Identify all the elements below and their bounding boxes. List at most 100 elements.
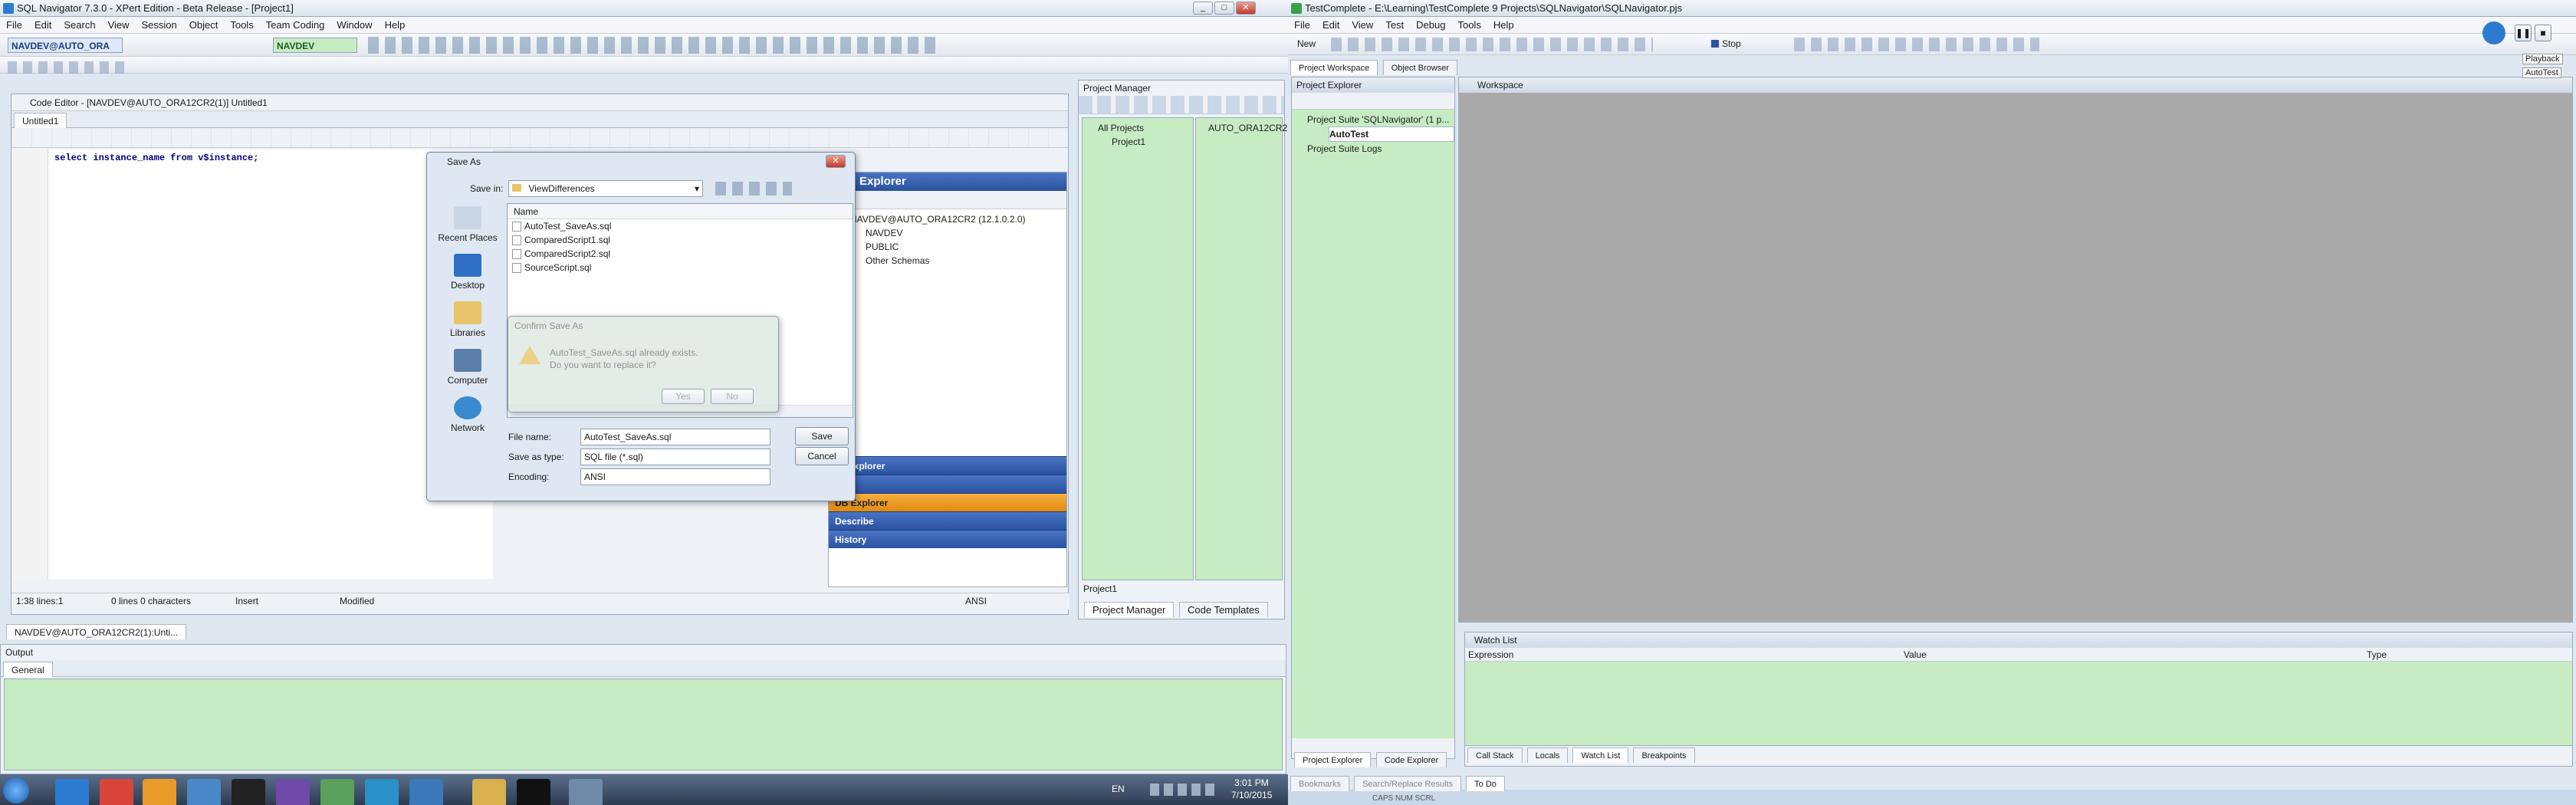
save-in-label: Save in:: [470, 183, 504, 194]
tc-menu-view[interactable]: View: [1346, 17, 1379, 34]
tab-object-browser[interactable]: Object Browser: [1382, 60, 1457, 75]
menu-search[interactable]: Search: [58, 17, 101, 34]
file-item[interactable]: SourceScript.sql: [508, 261, 853, 274]
tree-project-suite[interactable]: Project Suite 'SQLNavigator' (1 p...: [1307, 113, 1454, 127]
tab-todo[interactable]: To Do: [1466, 776, 1505, 791]
session-tab[interactable]: NAVDEV@AUTO_ORA12CR2(1):Unti...: [6, 624, 187, 639]
tab-untitled1[interactable]: Untitled1: [14, 113, 67, 128]
tc-new-button[interactable]: New: [1297, 38, 1316, 49]
tree-item-navdev[interactable]: NAVDEV: [866, 226, 1066, 240]
save-as-close-button[interactable]: ✕: [826, 155, 846, 168]
tc-menu-test[interactable]: Test: [1379, 17, 1410, 34]
tab-breakpoints[interactable]: Breakpoints: [1633, 748, 1695, 763]
column-name[interactable]: Name: [508, 204, 853, 219]
explorer-icon[interactable]: [472, 779, 506, 805]
clock-date[interactable]: 7/10/2015: [1231, 790, 1272, 800]
menu-object[interactable]: Object: [183, 17, 225, 34]
tc-menu-tools[interactable]: Tools: [1451, 17, 1487, 34]
tab-code-explorer[interactable]: Code Explorer: [1375, 752, 1447, 767]
menu-window[interactable]: Window: [330, 17, 378, 34]
schema-combo[interactable]: NAVDEV: [273, 38, 357, 53]
save-in-toolbar: [715, 182, 792, 196]
tree-project-suite-logs[interactable]: Project Suite Logs: [1307, 142, 1454, 156]
tc-stop-button[interactable]: Stop: [1722, 38, 1741, 49]
tc-menu-edit[interactable]: Edit: [1316, 17, 1346, 34]
file-item[interactable]: ComparedScript2.sql: [508, 247, 853, 261]
cancel-button[interactable]: Cancel: [795, 447, 849, 465]
accordion-describe[interactable]: Describe: [829, 511, 1066, 530]
tc-menu-debug[interactable]: Debug: [1410, 17, 1451, 34]
outlook-icon[interactable]: [143, 779, 176, 805]
tab-project-manager[interactable]: Project Manager: [1084, 602, 1175, 617]
tab-project-workspace[interactable]: Project Workspace: [1290, 60, 1378, 75]
tree-all-projects[interactable]: All Projects: [1098, 121, 1193, 135]
maximize-button[interactable]: □: [1214, 2, 1234, 15]
chrome-icon[interactable]: [100, 779, 133, 805]
tc-titlebar: TestComplete - E:\Learning\TestComplete …: [1288, 0, 2576, 17]
tree-autotest[interactable]: AutoTest: [1329, 127, 1454, 142]
place-network[interactable]: Network: [432, 396, 504, 433]
confirm-no-button[interactable]: No: [711, 389, 754, 404]
confirm-yes-button[interactable]: Yes: [662, 389, 705, 404]
document-icon[interactable]: [320, 779, 354, 805]
minimize-button[interactable]: _: [1193, 2, 1213, 15]
encoding-combo[interactable]: ANSI: [580, 468, 770, 485]
qq-icon[interactable]: [232, 779, 265, 805]
accordion-file-explorer[interactable]: ile Explorer: [829, 456, 1066, 475]
testcomplete-icon[interactable]: [409, 779, 443, 805]
tc-menu-help[interactable]: Help: [1487, 17, 1520, 34]
save-button[interactable]: Save: [795, 427, 849, 445]
tab-search-replace[interactable]: Search/Replace Results: [1354, 776, 1462, 791]
tab-general[interactable]: General: [3, 662, 53, 677]
close-button[interactable]: ✕: [1236, 2, 1256, 15]
terminal-icon[interactable]: [517, 779, 550, 805]
accordion-history[interactable]: History: [829, 530, 1066, 548]
tc-title: TestComplete - E:\Learning\TestComplete …: [1305, 2, 1683, 14]
start-button[interactable]: [3, 777, 29, 803]
file-name-input[interactable]: AutoTest_SaveAs.sql: [580, 429, 770, 445]
tab-call-stack[interactable]: Call Stack: [1467, 748, 1523, 763]
tree-item-public[interactable]: PUBLIC: [866, 240, 1066, 254]
accordion-db-explorer[interactable]: DB Explorer: [829, 493, 1066, 511]
save-type-combo[interactable]: SQL file (*.sql): [580, 449, 770, 465]
media-icon[interactable]: [276, 779, 310, 805]
pause-button[interactable]: ❚❚: [2515, 25, 2532, 41]
tree-project1[interactable]: Project1: [1112, 135, 1193, 149]
save-as-title: Save As: [447, 156, 481, 167]
file-item[interactable]: ComparedScript1.sql: [508, 233, 853, 247]
stop-button[interactable]: ■: [2535, 25, 2551, 41]
app-icon[interactable]: [187, 779, 221, 805]
session-combo[interactable]: NAVDEV@AUTO_ORA: [8, 38, 123, 53]
tab-code-templates[interactable]: Code Templates: [1179, 602, 1268, 617]
tree-item-other-schemas[interactable]: Other Schemas: [866, 254, 1066, 268]
place-recent[interactable]: Recent Places: [432, 206, 504, 243]
tab-tc-project-explorer[interactable]: Project Explorer: [1294, 752, 1372, 767]
menu-tools[interactable]: Tools: [224, 17, 259, 34]
tree-root-connection[interactable]: NAVDEV@AUTO_ORA12CR2 (12.1.0.2.0): [850, 212, 1066, 226]
save-in-combo[interactable]: ViewDifferences ▾: [508, 180, 703, 197]
clock-time[interactable]: 3:01 PM: [1234, 777, 1269, 788]
project-item-connection[interactable]: AUTO_ORA12CR2: [1208, 121, 1287, 135]
sqlnav-task-icon[interactable]: [569, 779, 603, 805]
menu-session[interactable]: Session: [136, 17, 183, 34]
lang-indicator[interactable]: EN: [1112, 784, 1125, 794]
menu-help[interactable]: Help: [379, 17, 412, 34]
tc-menu-file[interactable]: File: [1288, 17, 1316, 34]
browser-icon[interactable]: [365, 779, 399, 805]
file-item[interactable]: AutoTest_SaveAs.sql: [508, 219, 853, 233]
tab-locals[interactable]: Locals: [1526, 748, 1569, 763]
column-expression[interactable]: Expression: [1468, 648, 1513, 662]
ie-icon[interactable]: [55, 779, 89, 805]
menu-team-coding[interactable]: Team Coding: [260, 17, 331, 34]
tab-bookmarks[interactable]: Bookmarks: [1290, 776, 1350, 791]
place-libraries[interactable]: Libraries: [432, 301, 504, 338]
menu-edit[interactable]: Edit: [28, 17, 58, 34]
accordion-outline[interactable]: line: [829, 475, 1066, 493]
column-type[interactable]: Type: [2367, 648, 2387, 662]
menu-view[interactable]: View: [102, 17, 136, 34]
column-value[interactable]: Value: [1904, 648, 1927, 662]
place-computer[interactable]: Computer: [432, 349, 504, 386]
menu-file[interactable]: File: [0, 17, 28, 34]
place-desktop[interactable]: Desktop: [432, 254, 504, 291]
tab-watch-list[interactable]: Watch List: [1572, 748, 1629, 763]
